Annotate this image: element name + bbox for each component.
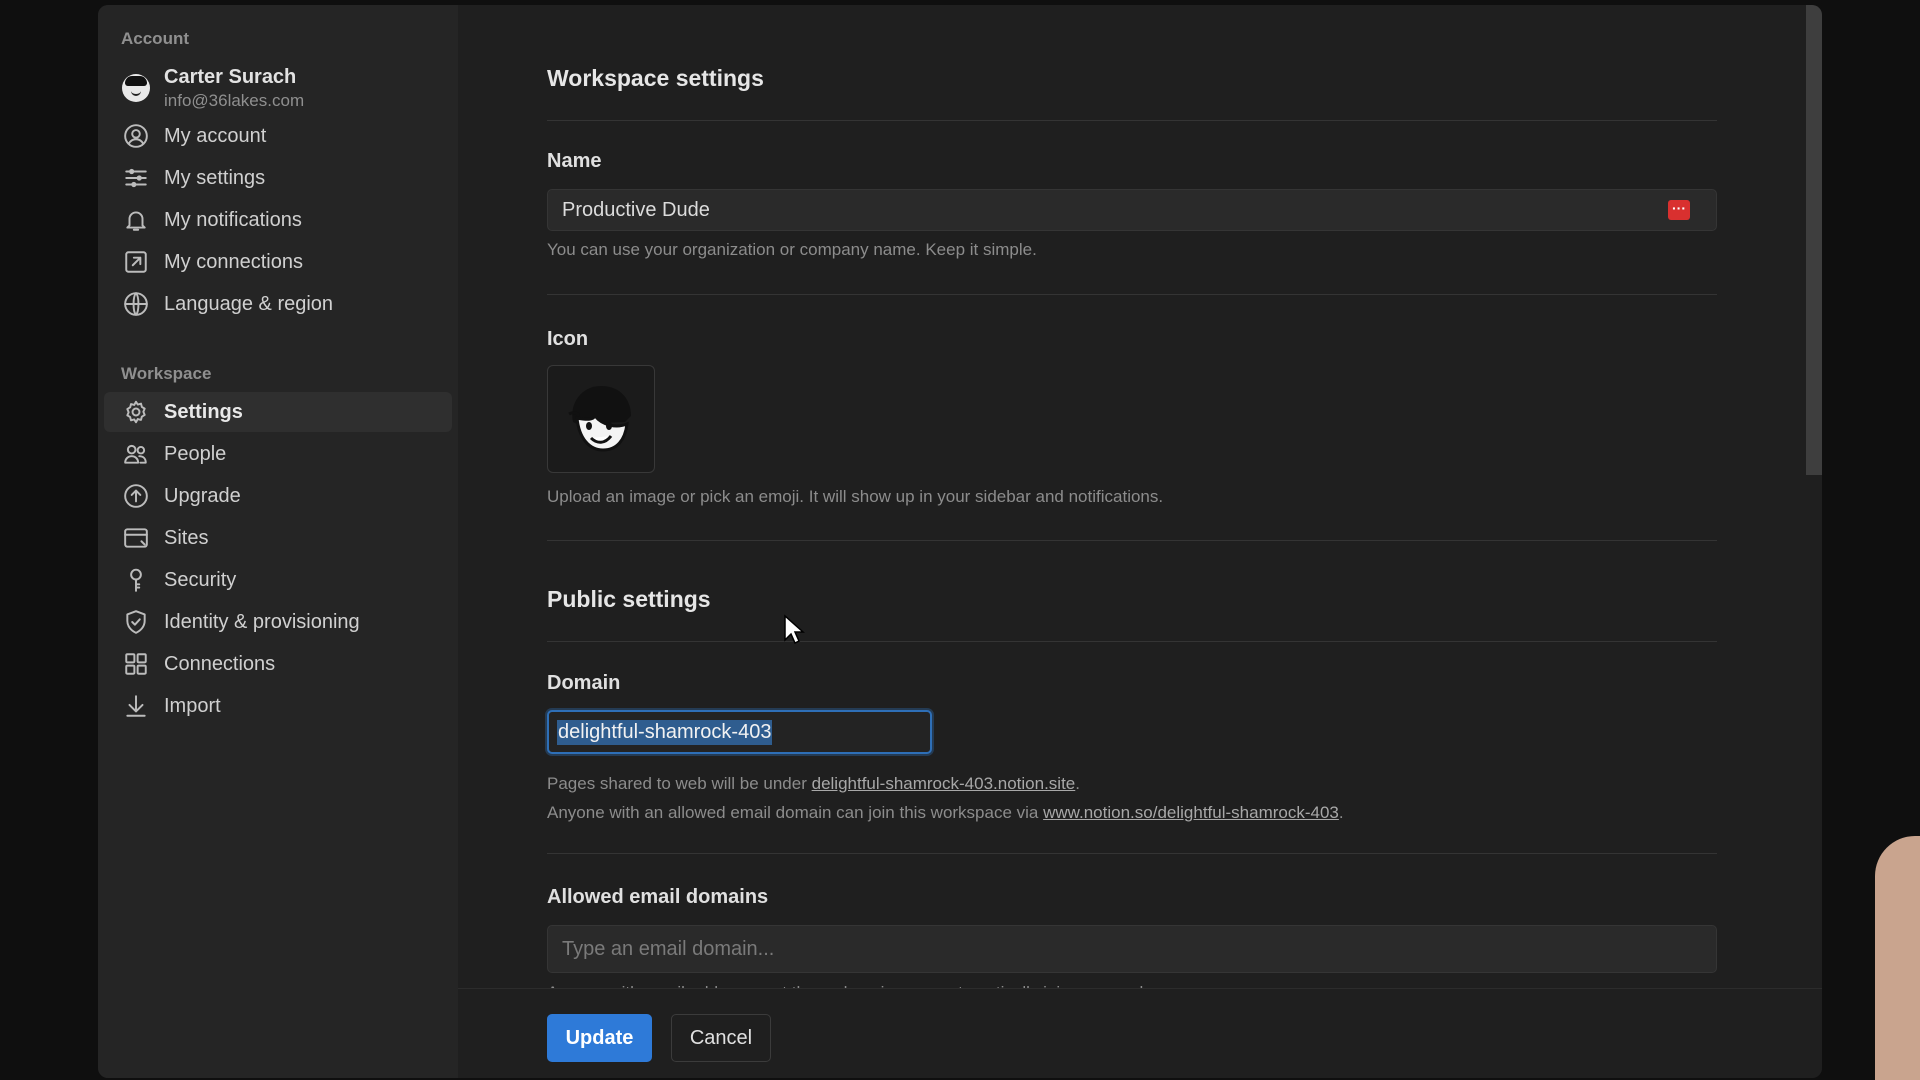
grid-icon: [122, 650, 150, 678]
sidebar-item-sites[interactable]: Sites: [104, 518, 452, 558]
domain-help-join: Anyone with an allowed email domain can …: [547, 803, 1717, 823]
domain-label: Domain: [547, 672, 621, 694]
update-button[interactable]: Update: [547, 1014, 652, 1062]
workspace-name-value: Productive Dude: [562, 198, 710, 221]
sidebar-item-my-settings[interactable]: My settings: [104, 158, 452, 198]
cancel-button[interactable]: Cancel: [671, 1014, 771, 1062]
settings-content: Workspace settings Name Productive Dude …: [547, 5, 1717, 1003]
sidebar-item-label: My notifications: [164, 208, 302, 231]
sidebar-item-settings[interactable]: Settings: [104, 392, 452, 432]
footer-bar: Update Cancel: [458, 988, 1822, 1078]
email-domain-placeholder: Type an email domain...: [562, 937, 775, 960]
sidebar-item-upgrade[interactable]: Upgrade: [104, 476, 452, 516]
sidebar-item-identity-provisioning[interactable]: Identity & provisioning: [104, 602, 452, 642]
sidebar-item-import[interactable]: Import: [104, 686, 452, 726]
mouse-cursor-icon: [784, 614, 805, 645]
workspace-heading: Workspace: [121, 364, 212, 383]
notion-site-link[interactable]: delightful-shamrock-403.notion.site: [812, 774, 1076, 793]
cartoon-face-icon: [568, 386, 631, 452]
public-settings-title: Public settings: [547, 586, 711, 612]
settings-sidebar: Account Carter Surach info@36lakes.com M…: [98, 5, 458, 1078]
sidebar-item-label: My account: [164, 124, 267, 147]
sidebar-item-label: Connections: [164, 652, 276, 675]
avatar: [122, 74, 150, 102]
sidebar-item-label: My settings: [164, 166, 266, 189]
workspace-icon-picker[interactable]: [547, 365, 655, 473]
download-icon: [122, 692, 150, 720]
name-label: Name: [547, 150, 602, 172]
key-icon: [122, 566, 150, 594]
sidebar-item-people[interactable]: People: [104, 434, 452, 474]
sidebar-item-label: Upgrade: [164, 484, 241, 507]
sidebar-item-label: Import: [164, 694, 221, 717]
sidebar-item-label: Security: [164, 568, 237, 591]
sidebar-item-my-connections[interactable]: My connections: [104, 242, 452, 282]
sidebar-item-label: Language & region: [164, 292, 334, 315]
sidebar-item-connections[interactable]: Connections: [104, 644, 452, 684]
hand-overlay: [1875, 836, 1920, 1080]
sidebar-item-my-account[interactable]: My account: [104, 116, 452, 156]
notion-join-link[interactable]: www.notion.so/delightful-shamrock-403: [1043, 803, 1339, 822]
name-help: You can use your organization or company…: [547, 240, 1037, 259]
account-heading: Account: [121, 29, 189, 48]
sidebar-item-label: Identity & provisioning: [164, 610, 360, 633]
domain-help-pages: Pages shared to web will be under deligh…: [547, 774, 1717, 794]
domain-help-text: Pages shared to web will be under: [547, 774, 812, 793]
sidebar-item-label: My connections: [164, 250, 303, 273]
domain-input[interactable]: delightful-shamrock-403: [547, 710, 932, 754]
more-dots-icon[interactable]: ···: [1668, 200, 1690, 220]
settings-modal: Account Carter Surach info@36lakes.com M…: [98, 5, 1822, 1078]
sites-icon: [122, 524, 150, 552]
people-icon: [122, 440, 150, 468]
sliders-icon: [122, 164, 150, 192]
icon-label: Icon: [547, 328, 589, 350]
sidebar-item-label: People: [164, 442, 227, 465]
shield-icon: [122, 608, 150, 636]
allowed-domains-label: Allowed email domains: [547, 886, 769, 908]
sidebar-item-language-region[interactable]: Language & region: [104, 284, 452, 324]
domain-help-text: Anyone with an allowed email domain can …: [547, 803, 1044, 822]
upgrade-icon: [122, 482, 150, 510]
bell-icon: [122, 206, 150, 234]
domain-help-suffix: .: [1338, 803, 1344, 822]
page-title: Workspace settings: [547, 65, 764, 91]
sidebar-item-label: Sites: [164, 526, 209, 549]
domain-help-suffix: .: [1075, 774, 1080, 793]
user-circle-icon: [122, 122, 150, 150]
external-link-icon: [122, 248, 150, 276]
icon-help: Upload an image or pick an emoji. It wil…: [547, 487, 1164, 506]
profile-email: info@36lakes.com: [164, 91, 305, 110]
sidebar-item-label: Settings: [164, 400, 243, 423]
gear-icon: [122, 398, 150, 426]
profile-name: Carter Surach: [164, 66, 297, 88]
globe-icon: [122, 290, 150, 318]
domain-value: delightful-shamrock-403: [557, 719, 773, 745]
sidebar-item-security[interactable]: Security: [104, 560, 452, 600]
settings-main: Workspace settings Name Productive Dude …: [458, 5, 1822, 1078]
profile: Carter Surach info@36lakes.com: [98, 60, 458, 116]
scrollbar[interactable]: [1806, 5, 1822, 988]
scrollbar-thumb[interactable]: [1806, 5, 1822, 475]
email-domain-input[interactable]: Type an email domain...: [547, 925, 1717, 973]
workspace-name-field[interactable]: Productive Dude ···: [547, 189, 1717, 231]
sidebar-item-my-notifications[interactable]: My notifications: [104, 200, 452, 240]
